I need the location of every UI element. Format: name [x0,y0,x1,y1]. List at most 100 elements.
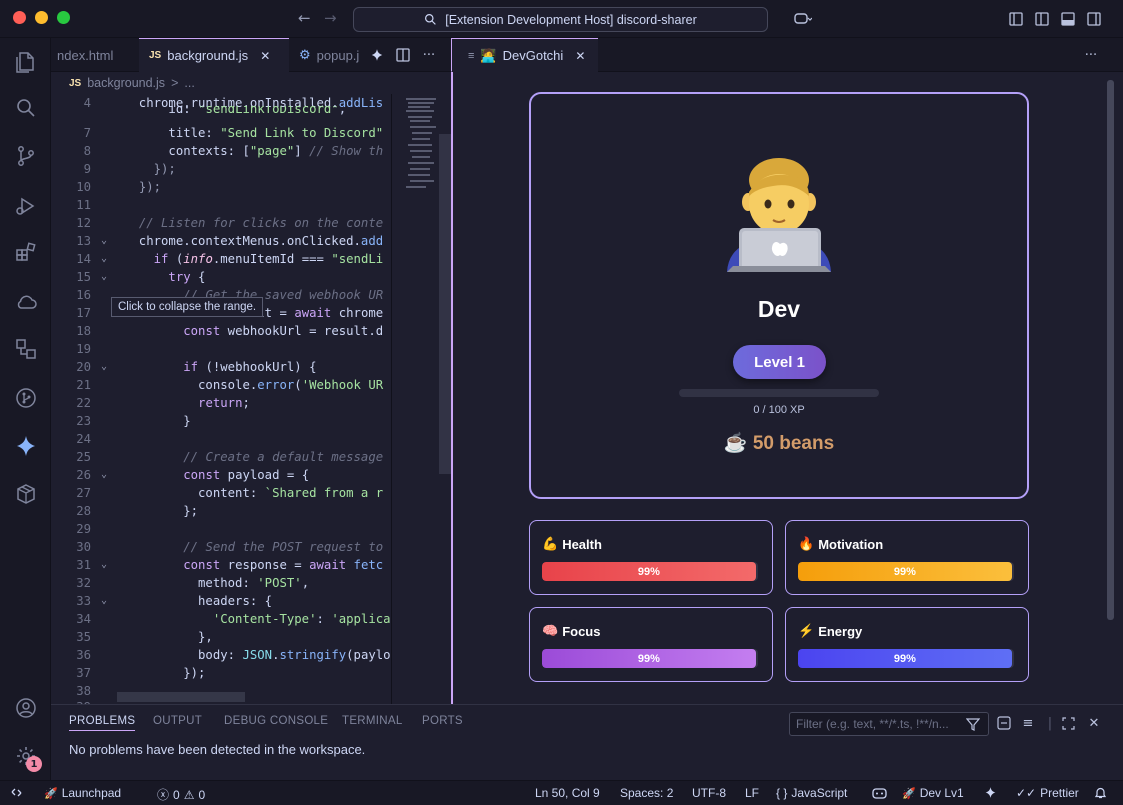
end-of-line[interactable]: LF [745,786,759,800]
more-actions-icon[interactable]: ··· [420,46,438,64]
toggle-secondary-sidebar-icon[interactable] [1085,10,1103,28]
copilot-sparkle-icon[interactable] [12,432,40,460]
fold-chevron-icon[interactable]: ⌄ [101,592,107,610]
code-line: id: "sendLinkToDiscord", [124,106,347,116]
zoom-window-button[interactable] [57,11,70,24]
git-graph-icon[interactable] [12,384,40,412]
notifications-bell-icon[interactable] [1094,786,1107,799]
language-mode[interactable]: { } JavaScript [776,786,847,800]
tab-label: background.js [167,48,249,63]
prettier-status[interactable]: ✓✓ Prettier [1016,786,1079,800]
tab-popup-js[interactable]: ⚙ popup.j [289,38,369,72]
code-line: 33 ⌄ headers: { [76,592,273,610]
more-actions-icon[interactable]: ··· [1082,46,1100,64]
cloud-icon[interactable] [12,288,40,316]
tab-index-html[interactable]: ndex.html [47,38,137,72]
encoding[interactable]: UTF-8 [692,786,726,800]
minimap[interactable] [391,94,453,704]
code-line: 20 ⌄ if (!webhookUrl) { [76,358,317,376]
stat-card-focus: 🧠 Focus 99% [529,607,773,682]
close-tab-icon[interactable]: ✕ [260,49,270,63]
stat-value: 99% [893,565,916,578]
flexed-biceps-icon: 💪 [542,536,559,551]
code-line: 7 title: "Send Link to Discord" [83,126,384,140]
close-panel-icon[interactable]: ✕ [1085,714,1103,732]
breadcrumb-separator: > [171,76,179,90]
webview-scrollbar[interactable] [1107,80,1114,620]
tab-terminal[interactable]: TERMINAL [342,715,403,727]
devgotchi-status[interactable]: 🚀 Dev Lv1 [902,786,964,800]
collapse-range-tooltip: Click to collapse the range. [111,297,264,317]
code-line: 24 [76,432,91,446]
tab-background-js[interactable]: JS background.js ✕ [139,38,289,72]
fold-chevron-icon[interactable]: ⌄ [101,556,107,574]
level-badge: Level 1 [733,345,826,379]
filter-funnel-icon[interactable] [964,715,982,733]
code-line: 19 [76,342,91,356]
run-debug-icon[interactable] [12,192,40,220]
tab-ports[interactable]: PORTS [422,715,463,727]
fold-chevron-icon[interactable]: ⌄ [101,232,107,250]
toggle-panel-icon[interactable] [1059,10,1077,28]
explorer-icon[interactable] [12,48,40,76]
launchpad-button[interactable]: 🚀 Launchpad [44,786,121,800]
fold-chevron-icon[interactable]: ⌄ [101,268,107,286]
pet-card: Dev Level 1 0 / 100 XP ☕ 50 beans [529,92,1029,499]
copilot-sparkle-icon[interactable] [984,786,997,799]
copilot-menu-icon[interactable] [788,10,818,28]
bottom-panel: PROBLEMS OUTPUT DEBUG CONSOLE TERMINAL P… [51,704,1123,780]
breadcrumb-file[interactable]: background.js [87,76,165,90]
fold-chevron-icon[interactable]: ⌄ [101,466,107,484]
tab-problems[interactable]: PROBLEMS [69,715,136,731]
warning-icon: ⚠ [183,787,195,802]
problems-filter-input[interactable]: Filter (e.g. text, **/*.ts, !**/n... [789,712,989,736]
extensions-icon[interactable] [12,238,40,266]
tab-debug-console[interactable]: DEBUG CONSOLE [224,715,328,727]
close-window-button[interactable] [13,11,26,24]
source-control-icon[interactable] [12,142,40,170]
stat-bar-fill: 99% [542,649,756,668]
stat-bar: 99% [542,649,758,668]
problems-message: No problems have been detected in the wo… [69,742,366,757]
code-line: 26 ⌄ const payload = { [76,466,310,484]
problems-count[interactable]: ⓧ 0 ⚠ 0 [157,786,205,803]
maximize-panel-icon[interactable] [1059,714,1077,732]
breadcrumb-more[interactable]: ... [184,76,194,90]
tab-label: DevGotchi [502,48,564,63]
horizontal-scrollbar[interactable] [117,692,245,702]
code-editor[interactable]: 4 chrome.runtime.onInstalled.addLis id: … [51,94,391,704]
minimize-window-button[interactable] [35,11,48,24]
account-icon[interactable] [12,694,40,722]
code-line: 11 [76,198,91,212]
collapse-all-icon[interactable] [995,714,1013,732]
back-arrow-icon[interactable]: ← [298,9,311,27]
tab-output[interactable]: OUTPUT [153,715,202,727]
stat-value: 99% [893,652,916,665]
code-line: 18 const webhookUrl = result.d [76,324,384,338]
forward-arrow-icon[interactable]: → [324,9,337,27]
remote-explorer-icon[interactable] [12,335,40,363]
remote-indicator-icon[interactable] [10,786,23,799]
fold-chevron-icon[interactable]: ⌄ [101,250,107,268]
split-editor-icon[interactable] [394,46,412,64]
cursor-position[interactable]: Ln 50, Col 9 [535,786,600,800]
tab-devgotchi[interactable]: ≡ 🧑‍💻 DevGotchi ✕ [452,38,598,72]
code-line: 36 body: JSON.stringify(paylo [76,648,391,662]
fold-chevron-icon[interactable]: ⌄ [101,358,107,376]
indentation[interactable]: Spaces: 2 [620,786,673,800]
code-line: 23 } [76,414,191,428]
customize-layout-icon[interactable] [1007,10,1025,28]
view-as-list-icon[interactable]: ≡ [1019,714,1037,732]
stat-label: Health [562,536,602,552]
package-icon[interactable] [12,480,40,508]
toggle-primary-sidebar-icon[interactable] [1033,10,1051,28]
xp-progress-bar [679,389,879,397]
copilot-edit-icon[interactable] [368,46,386,64]
rocket-icon: 🚀 [902,787,916,800]
command-center-search[interactable]: [Extension Development Host] discord-sha… [353,7,768,32]
stat-label: Focus [562,623,601,639]
developer-pet-icon [727,158,831,272]
copilot-status-icon[interactable] [872,786,887,800]
close-tab-icon[interactable]: ✕ [575,49,585,63]
search-icon[interactable] [12,94,40,122]
